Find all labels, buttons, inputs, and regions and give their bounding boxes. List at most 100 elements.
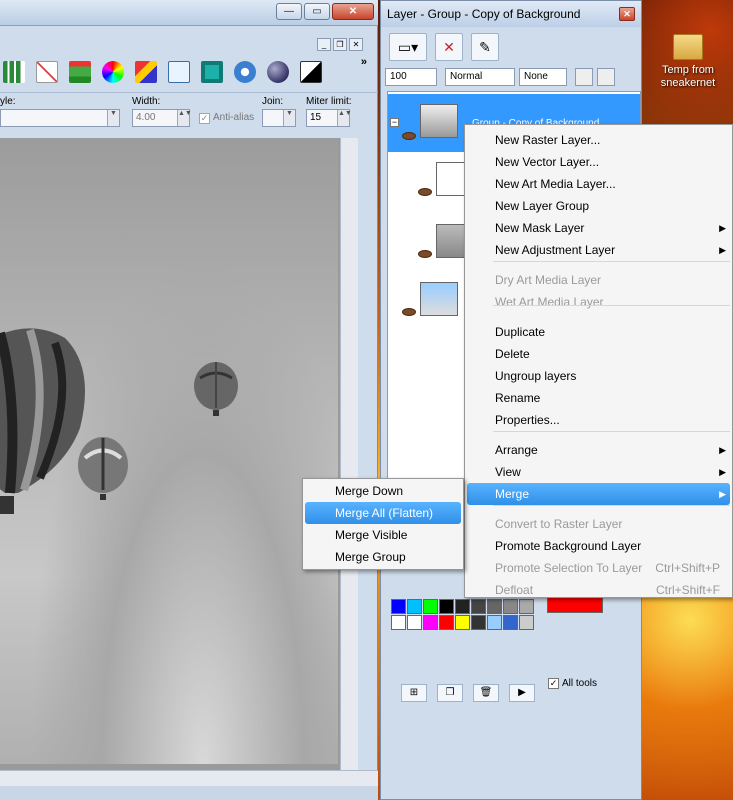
frame-icon[interactable]	[198, 58, 225, 85]
color-wheel-icon[interactable]	[99, 58, 126, 85]
desktop-folder-icon[interactable]: Temp from sneakernet	[648, 34, 728, 90]
menu-item-merge[interactable]: Merge ▶	[467, 483, 730, 505]
swatch[interactable]	[439, 615, 454, 630]
swatch[interactable]	[439, 599, 454, 614]
width-spinner-icon[interactable]: ▲▼	[177, 110, 192, 126]
menu-item-new-vector-layer[interactable]: New Vector Layer...	[467, 151, 730, 173]
collapse-icon[interactable]: −	[390, 118, 399, 127]
miter-field[interactable]: 15 ▲▼	[306, 109, 352, 127]
swatch[interactable]	[487, 615, 502, 630]
menu-item-promote-background-layer[interactable]: Promote Background Layer	[467, 535, 730, 557]
submenu-item-merge-down[interactable]: Merge Down	[305, 480, 461, 502]
swatch[interactable]	[455, 615, 470, 630]
width-field[interactable]: 4.00 ▲▼	[132, 109, 192, 127]
lock-icon[interactable]	[575, 68, 593, 86]
menu-item-rename[interactable]: Rename	[467, 387, 730, 409]
blend-mode-select[interactable]: Normal	[445, 68, 515, 86]
spheres-icon[interactable]	[264, 58, 291, 85]
doc-restore-icon[interactable]: ❐	[333, 38, 347, 51]
canvas-area[interactable]	[0, 138, 358, 770]
swatch[interactable]	[407, 615, 422, 630]
menu-item-label: New Art Media Layer...	[495, 177, 616, 191]
swatch[interactable]	[503, 615, 518, 630]
menu-item-ungroup-layers[interactable]: Ungroup layers	[467, 365, 730, 387]
main-titlebar[interactable]: — ▭ ✕	[0, 0, 378, 26]
swatch[interactable]	[503, 599, 518, 614]
balloon-photo[interactable]	[0, 138, 338, 764]
eye-icon[interactable]	[402, 308, 416, 316]
minimize-button[interactable]: —	[276, 3, 302, 20]
menu-item-new-art-media-layer[interactable]: New Art Media Layer...	[467, 173, 730, 195]
layer-thumbnail	[420, 104, 458, 138]
toolbar-overflow-icon[interactable]: »	[361, 56, 367, 68]
cube-icon[interactable]	[165, 58, 192, 85]
close-button[interactable]: ✕	[332, 3, 374, 20]
all-tools-toggle[interactable]: ✓ All tools	[548, 678, 597, 689]
miter-label: Miter limit:	[306, 96, 352, 107]
gear-icon[interactable]	[231, 58, 258, 85]
menu-item-delete[interactable]: Delete	[467, 343, 730, 365]
menu-item-new-raster-layer[interactable]: New Raster Layer...	[467, 129, 730, 151]
submenu-item-merge-group[interactable]: Merge Group	[305, 546, 461, 568]
shapes-icon[interactable]	[132, 58, 159, 85]
miter-value: 15	[310, 112, 322, 123]
more-arrow-icon[interactable]: ▶	[509, 684, 535, 702]
curves-icon[interactable]	[33, 58, 60, 85]
swatch[interactable]	[471, 599, 486, 614]
menu-item-duplicate[interactable]: Duplicate	[467, 321, 730, 343]
submenu-arrow-icon: ▶	[719, 489, 726, 499]
miter-spinner-icon[interactable]: ▲▼	[337, 110, 352, 126]
swatch[interactable]	[519, 599, 534, 614]
doc-minimize-icon[interactable]: _	[317, 38, 331, 51]
mask-mode-select[interactable]: None	[519, 68, 567, 86]
new-group-icon[interactable]: ⊞	[401, 684, 427, 702]
contrast-icon[interactable]	[297, 58, 324, 85]
swatch-grid[interactable]	[391, 599, 534, 630]
horizontal-scrollbar[interactable]	[0, 770, 378, 786]
dropdown-arrow-icon: ▼	[283, 110, 295, 126]
swatch[interactable]	[423, 615, 438, 630]
eye-icon[interactable]	[418, 188, 432, 196]
delete-layer-icon[interactable]: ✕	[435, 33, 463, 61]
menu-item-label: Arrange	[495, 443, 538, 457]
main-app-window: — ▭ ✕ _ ❐ ✕ » yle: ▼ Width: 4.00 ▲▼ ✓ Ant…	[0, 0, 378, 800]
eye-icon[interactable]	[402, 132, 416, 140]
all-tools-checkbox[interactable]: ✓	[548, 678, 559, 689]
swatch[interactable]	[407, 599, 422, 614]
swatch[interactable]	[423, 599, 438, 614]
edit-selection-icon[interactable]: ✎	[471, 33, 499, 61]
menu-item-new-layer-group[interactable]: New Layer Group	[467, 195, 730, 217]
landscape-icon[interactable]	[66, 58, 93, 85]
menu-item-properties[interactable]: Properties...	[467, 409, 730, 431]
join-select[interactable]: ▼	[262, 109, 296, 127]
doc-close-icon[interactable]: ✕	[349, 38, 363, 51]
link-icon[interactable]	[597, 68, 615, 86]
swatch[interactable]	[487, 599, 502, 614]
submenu-arrow-icon: ▶	[719, 223, 726, 233]
swatch[interactable]	[391, 615, 406, 630]
histogram-icon[interactable]	[0, 58, 27, 85]
maximize-button[interactable]: ▭	[304, 3, 330, 20]
antialias-checkbox[interactable]: ✓	[199, 113, 210, 124]
folder-icon	[673, 34, 703, 60]
swatch[interactable]	[471, 615, 486, 630]
layer-palette-title: Layer - Group - Copy of Background	[381, 1, 641, 27]
duplicate-icon[interactable]: ❐	[437, 684, 463, 702]
layer-palette-close-button[interactable]: ✕	[619, 7, 635, 21]
opacity-field[interactable]: 100	[385, 68, 437, 86]
new-layer-icon[interactable]: ▭▾	[389, 33, 427, 61]
style-select[interactable]: ▼	[0, 109, 120, 127]
eye-icon[interactable]	[418, 250, 432, 258]
swatch[interactable]	[391, 599, 406, 614]
submenu-item-merge-all-flatten[interactable]: Merge All (Flatten)	[305, 502, 461, 524]
vertical-scrollbar[interactable]	[340, 138, 358, 770]
menu-item-label: Properties...	[495, 413, 560, 427]
menu-item-arrange[interactable]: Arrange ▶	[467, 439, 730, 461]
trash-icon[interactable]: 🗑	[473, 684, 499, 702]
menu-item-new-mask-layer[interactable]: New Mask Layer ▶	[467, 217, 730, 239]
swatch[interactable]	[519, 615, 534, 630]
menu-item-view[interactable]: View ▶	[467, 461, 730, 483]
swatch[interactable]	[455, 599, 470, 614]
submenu-item-merge-visible[interactable]: Merge Visible	[305, 524, 461, 546]
menu-item-new-adjustment-layer[interactable]: New Adjustment Layer ▶	[467, 239, 730, 261]
